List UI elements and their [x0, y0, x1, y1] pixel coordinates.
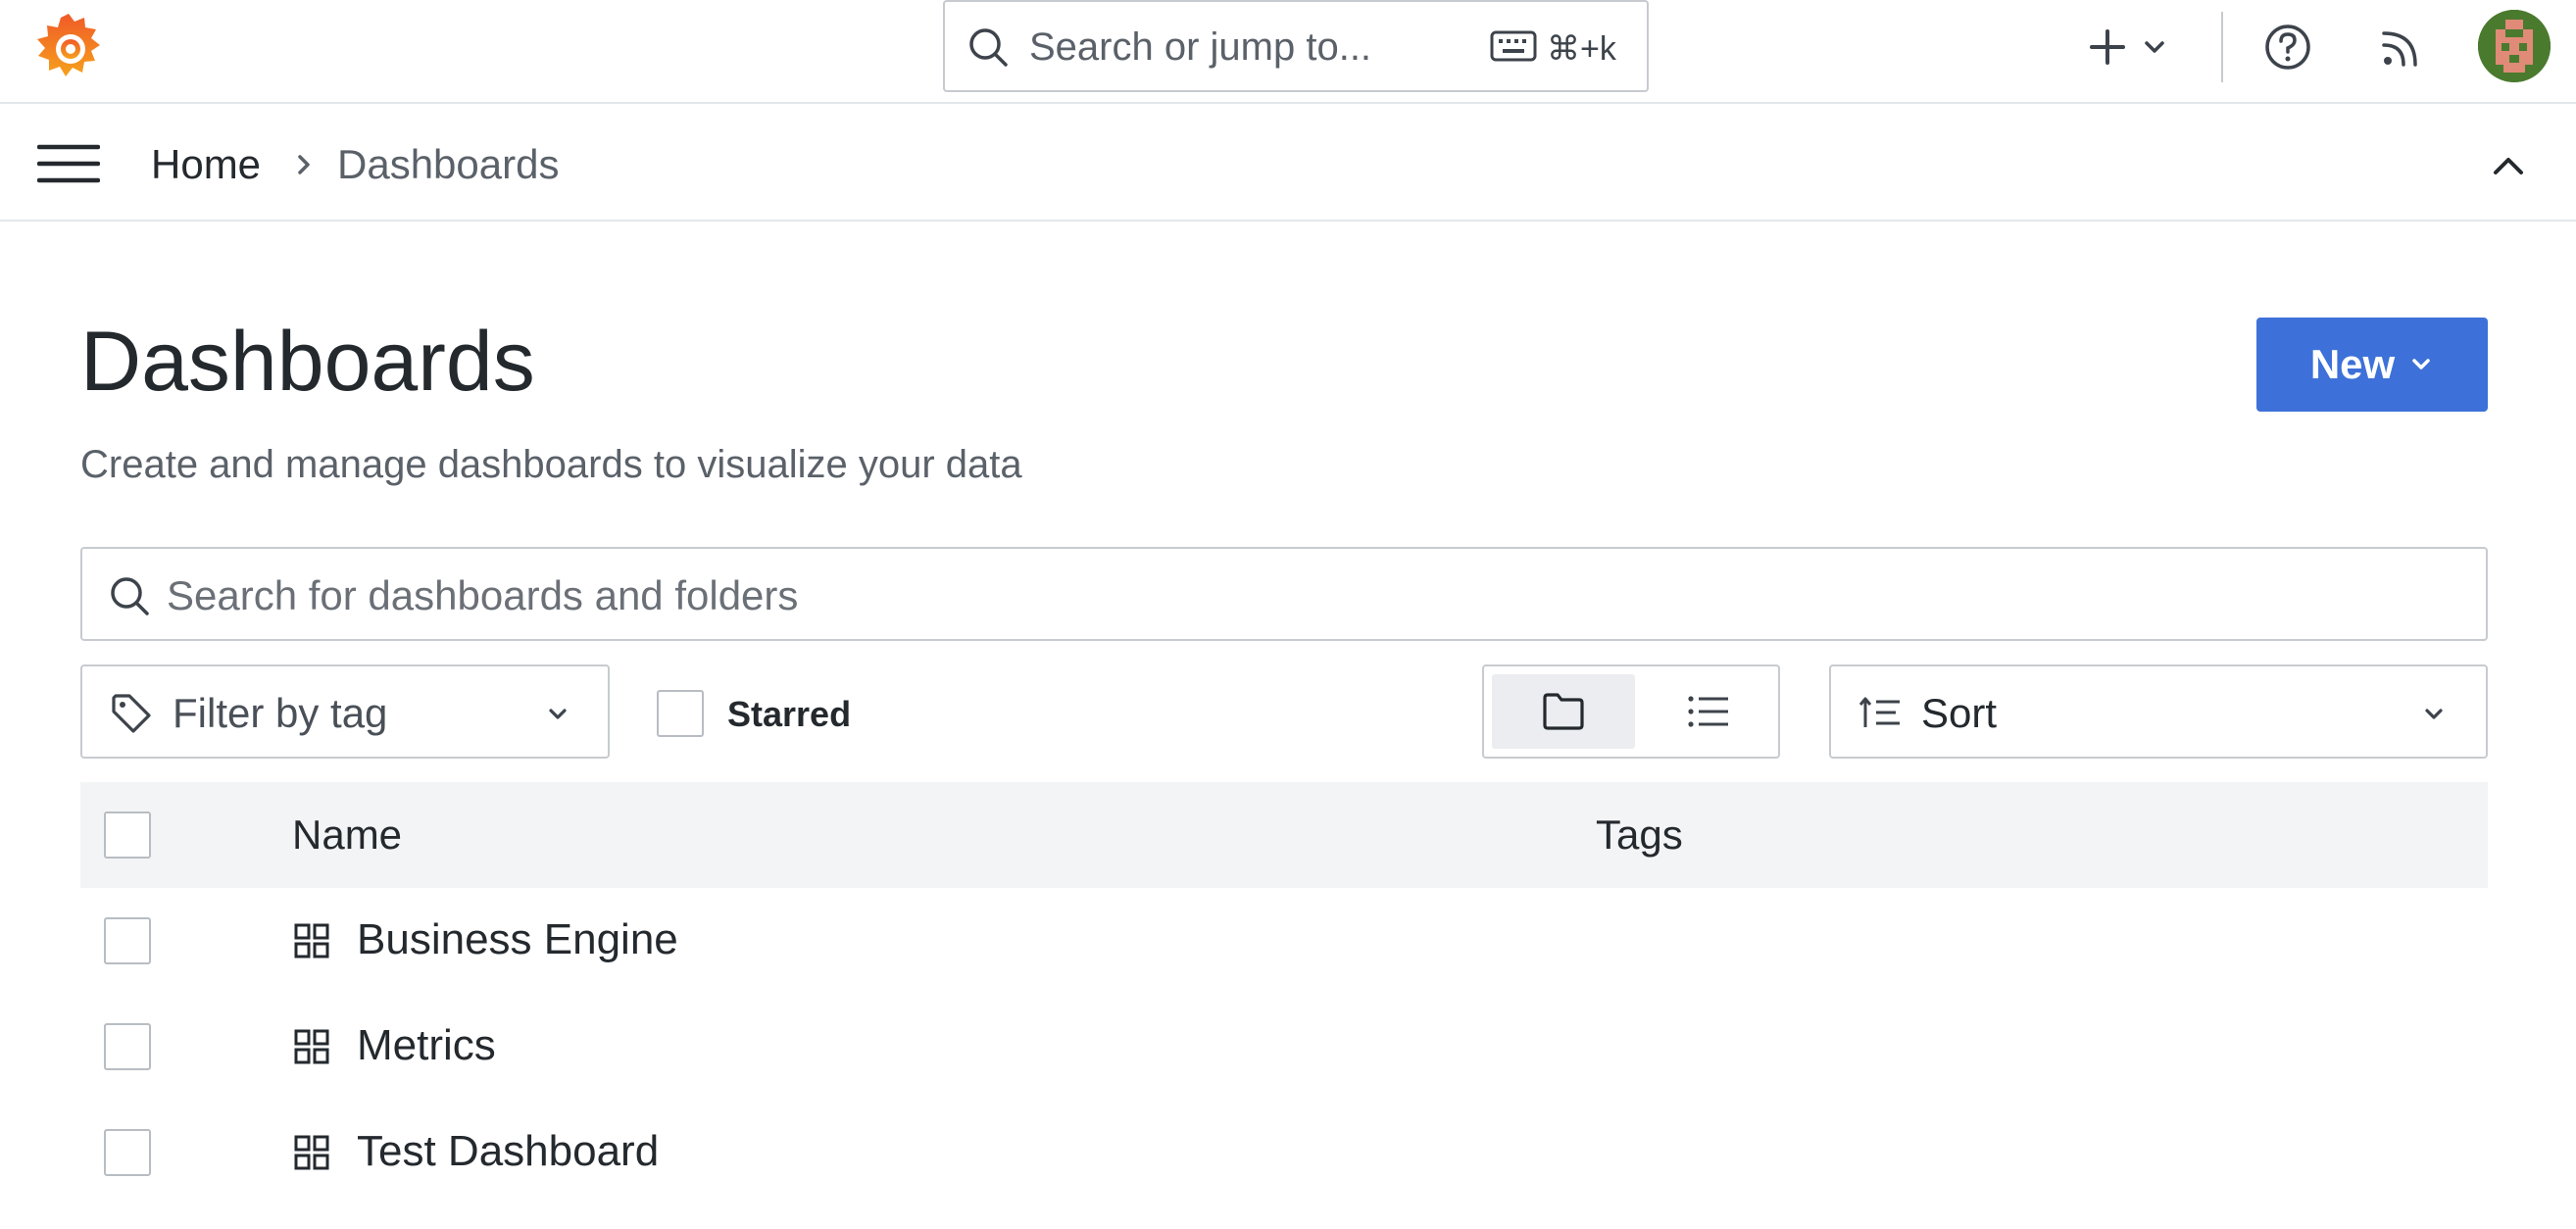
folder-view-button[interactable]: [1492, 674, 1635, 749]
view-toggle: [1482, 664, 1780, 759]
search-icon: [111, 577, 149, 615]
search-shortcut-hint: ⌘+k: [1547, 30, 1616, 68]
new-button-label: New: [2309, 341, 2396, 387]
starred-label[interactable]: Starred: [727, 694, 851, 735]
chevron-up-icon[interactable]: [2486, 143, 2531, 188]
column-header-tags: Tags: [1596, 811, 1683, 858]
column-header-name[interactable]: Name: [292, 811, 402, 859]
table-row[interactable]: Business Engine: [80, 888, 2488, 994]
help-icon[interactable]: [2262, 22, 2313, 73]
row-checkbox[interactable]: [104, 1129, 151, 1176]
new-dashboard-button[interactable]: New: [2256, 318, 2488, 412]
top-bar: Search or jump to... ⌘+k: [0, 0, 2576, 104]
row-checkbox[interactable]: [104, 1023, 151, 1070]
global-search-bar[interactable]: Search or jump to... ⌘+k: [943, 0, 1649, 92]
toolbar-divider: [2221, 12, 2223, 82]
add-new-button[interactable]: [2082, 22, 2180, 73]
dashboard-name-link[interactable]: Business Engine: [357, 915, 678, 964]
dashboard-name-link[interactable]: Test Dashboard: [357, 1127, 659, 1176]
starred-checkbox[interactable]: [657, 690, 704, 737]
chevron-down-icon: [549, 709, 567, 719]
dashboard-name-link[interactable]: Metrics: [357, 1021, 496, 1070]
list-icon: [1688, 696, 1728, 727]
tag-filter-select[interactable]: Filter by tag: [80, 664, 610, 759]
menu-icon[interactable]: [36, 141, 101, 186]
row-checkbox[interactable]: [104, 917, 151, 964]
breadcrumb-current: Dashboards: [337, 141, 560, 187]
news-feed-icon[interactable]: [2376, 22, 2427, 73]
sort-icon: [1858, 697, 1900, 727]
dashboard-search-placeholder: Search for dashboards and folders: [167, 572, 799, 618]
table-header: Name Tags: [80, 782, 2488, 888]
global-search-placeholder: Search or jump to...: [1029, 25, 1372, 69]
page-subtitle: Create and manage dashboards to visualiz…: [80, 443, 1022, 486]
sort-select[interactable]: Sort: [1829, 664, 2488, 759]
user-avatar[interactable]: [2478, 10, 2551, 82]
sort-label: Sort: [1921, 690, 1998, 736]
breadcrumb-home[interactable]: Home: [151, 141, 261, 188]
chevron-right-icon: [298, 155, 310, 174]
dashboard-search-input[interactable]: Search for dashboards and folders: [80, 547, 2488, 641]
tag-icon: [112, 694, 151, 733]
plus-icon: [2090, 29, 2125, 65]
page-title: Dashboards: [80, 315, 535, 409]
dashboard-grid-icon: [294, 1029, 329, 1064]
chevron-down-icon: [2412, 359, 2430, 369]
grafana-logo-icon[interactable]: [33, 10, 104, 84]
search-icon: [969, 28, 1008, 67]
list-view-button[interactable]: [1647, 674, 1772, 749]
tag-filter-label: Filter by tag: [173, 690, 388, 736]
table-row[interactable]: Test Dashboard: [80, 1100, 2488, 1205]
dashboard-grid-icon: [294, 1135, 329, 1170]
breadcrumb-bar: Home Dashboards: [0, 106, 2576, 221]
table-row[interactable]: Metrics: [80, 994, 2488, 1100]
chevron-down-icon: [2145, 41, 2164, 53]
folder-icon: [1543, 693, 1584, 730]
dashboard-grid-icon: [294, 923, 329, 959]
chevron-down-icon: [2425, 709, 2443, 719]
keyboard-icon: [1490, 30, 1537, 62]
select-all-checkbox[interactable]: [104, 811, 151, 859]
